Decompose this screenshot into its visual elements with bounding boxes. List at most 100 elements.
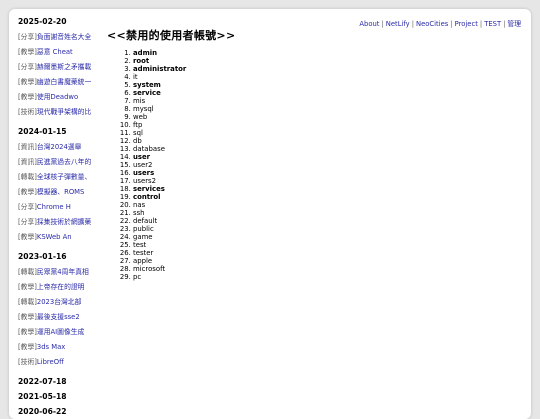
account-name: public (133, 225, 154, 233)
nav-link[interactable]: NeoCities (416, 20, 448, 28)
account-item: sql (133, 129, 417, 137)
account-name: microsoft (133, 265, 166, 273)
account-name: apple (133, 257, 153, 265)
account-item: admin (133, 49, 417, 57)
sidebar-post-link[interactable]: [轉載]2023台灣北部 (18, 297, 106, 307)
post-title: KSWeb An (36, 233, 72, 241)
sidebar-date[interactable]: 2020-06-22 (18, 407, 106, 417)
sidebar-post-link[interactable]: [教學]KSWeb An (18, 232, 106, 242)
account-name: ssh (133, 209, 145, 217)
sidebar-post-link[interactable]: [資訊]台灣2024選舉 (18, 142, 106, 152)
post-title: 使用Deadwo (36, 93, 79, 101)
account-name: service (133, 89, 161, 97)
account-name: sql (133, 129, 143, 137)
post-title: 模擬器、ROMS (36, 188, 85, 196)
sidebar-post-link[interactable]: [教學]最後支援sse2 (18, 312, 106, 322)
post-title: 赫爾墨斯之矛攜載 (36, 63, 92, 71)
sidebar-post-link[interactable]: [教學]惡意 Cheat (18, 47, 106, 57)
account-name: default (133, 217, 158, 225)
page-container: 2025-02-20 [分享]負面謝音姓名大全 [教學]惡意 Cheat [分享]赫爾… (9, 9, 531, 419)
sidebar-post-link[interactable]: [資訊]民進黨過去八年的 (18, 157, 106, 167)
nav-link[interactable]: Project (455, 20, 478, 28)
post-category-tag: [轉載] (18, 268, 37, 276)
account-item: public (133, 225, 417, 233)
post-category-tag: [資訊] (18, 143, 37, 151)
account-item: user2 (133, 161, 417, 169)
post-category-tag: [教學] (18, 188, 37, 196)
post-title: 民進黨過去八年的 (36, 158, 92, 166)
sidebar-post-link[interactable]: [教學]使用Deadwo (18, 92, 106, 102)
sidebar-post-link[interactable]: [教學]運用AI圖像生成 (18, 327, 106, 337)
post-category-tag: [教學] (18, 283, 37, 291)
post-title: Chrome H (36, 203, 71, 211)
sidebar-post-link[interactable]: [技術]現代戰爭架構的比 (18, 107, 106, 117)
main-content: <<禁用的使用者帳號>> adminrootadministratoritsys… (107, 29, 417, 281)
account-name: test (133, 241, 147, 249)
sidebar-date[interactable]: 2023-01-16 (18, 252, 106, 262)
post-category-tag: [資訊] (18, 158, 37, 166)
sidebar-date[interactable]: 2021-05-18 (18, 392, 106, 402)
account-name: it (133, 73, 138, 81)
account-item: users (133, 169, 417, 177)
account-item: database (133, 145, 417, 153)
nav-separator: | (503, 20, 506, 28)
sidebar-post-link[interactable]: [分享]Chrome H (18, 202, 106, 212)
sidebar-post-link[interactable]: [技術]LibreOff (18, 357, 106, 367)
sidebar-post-link[interactable]: [轉載]民眾黨4周年真相 (18, 267, 106, 277)
post-title: 2023台灣北部 (36, 298, 82, 306)
account-name: ftp (133, 121, 143, 129)
sidebar-post-link[interactable]: [轉載]全球核子彈數量、 (18, 172, 106, 182)
post-category-tag: [轉載] (18, 298, 37, 306)
sidebar-post-link[interactable]: [教學]上帝存在的證明 (18, 282, 106, 292)
account-item: nas (133, 201, 417, 209)
post-title: 運用AI圖像生成 (36, 328, 85, 336)
sidebar-date[interactable]: 2022-07-18 (18, 377, 106, 387)
account-item: service (133, 89, 417, 97)
account-name: users2 (133, 177, 157, 185)
post-title: 負面謝音姓名大全 (36, 33, 92, 41)
nav-link[interactable]: 管理 (507, 20, 521, 28)
account-item: apple (133, 257, 417, 265)
sidebar-post-link[interactable]: [分享]採集技術於網擴藥 (18, 217, 106, 227)
post-title: 民眾黨4周年真相 (36, 268, 89, 276)
account-item: administrator (133, 65, 417, 73)
nav-link[interactable]: NetLify (386, 20, 410, 28)
post-category-tag: [教學] (18, 313, 37, 321)
sidebar-post-link[interactable]: [分享]負面謝音姓名大全 (18, 32, 106, 42)
sidebar-post-link[interactable]: [教學]3ds Max (18, 342, 106, 352)
sidebar-post-link[interactable]: [教學]模擬器、ROMS (18, 187, 106, 197)
sidebar-date[interactable]: 2024-01-15 (18, 127, 106, 137)
sidebar: 2025-02-20 [分享]負面謝音姓名大全 [教學]惡意 Cheat [分享]赫爾… (18, 17, 106, 419)
disabled-accounts-list: adminrootadministratoritsystemservicemis… (107, 49, 417, 281)
account-item: users2 (133, 177, 417, 185)
account-name: database (133, 145, 165, 153)
account-name: user2 (133, 161, 153, 169)
post-title: 3ds Max (36, 343, 66, 351)
account-name: system (133, 81, 161, 89)
post-category-tag: [教學] (18, 78, 37, 86)
sidebar-post-link[interactable]: [教學]幽遊白書魔藥統一 (18, 77, 106, 87)
account-name: game (133, 233, 153, 241)
sidebar-date[interactable]: 2025-02-20 (18, 17, 106, 27)
nav-separator: | (411, 20, 414, 28)
account-name: web (133, 113, 148, 121)
account-name: administrator (133, 65, 187, 73)
nav-link[interactable]: About (359, 20, 379, 28)
account-name: control (133, 193, 161, 201)
account-item: root (133, 57, 417, 65)
account-name: mysql (133, 105, 154, 113)
account-name: tester (133, 249, 154, 257)
post-category-tag: [技術] (18, 108, 37, 116)
nav-link[interactable]: TEST (484, 20, 501, 28)
sidebar-post-link[interactable]: [分享]赫爾墨斯之矛攜載 (18, 62, 106, 72)
post-title: 台灣2024選舉 (36, 143, 82, 151)
account-item: default (133, 217, 417, 225)
post-category-tag: [分享] (18, 218, 37, 226)
account-item: microsoft (133, 265, 417, 273)
post-category-tag: [分享] (18, 203, 37, 211)
post-category-tag: [教學] (18, 93, 37, 101)
page-title: <<禁用的使用者帳號>> (107, 29, 236, 42)
account-item: web (133, 113, 417, 121)
account-name: admin (133, 49, 158, 57)
post-title: 幽遊白書魔藥統一 (36, 78, 92, 86)
